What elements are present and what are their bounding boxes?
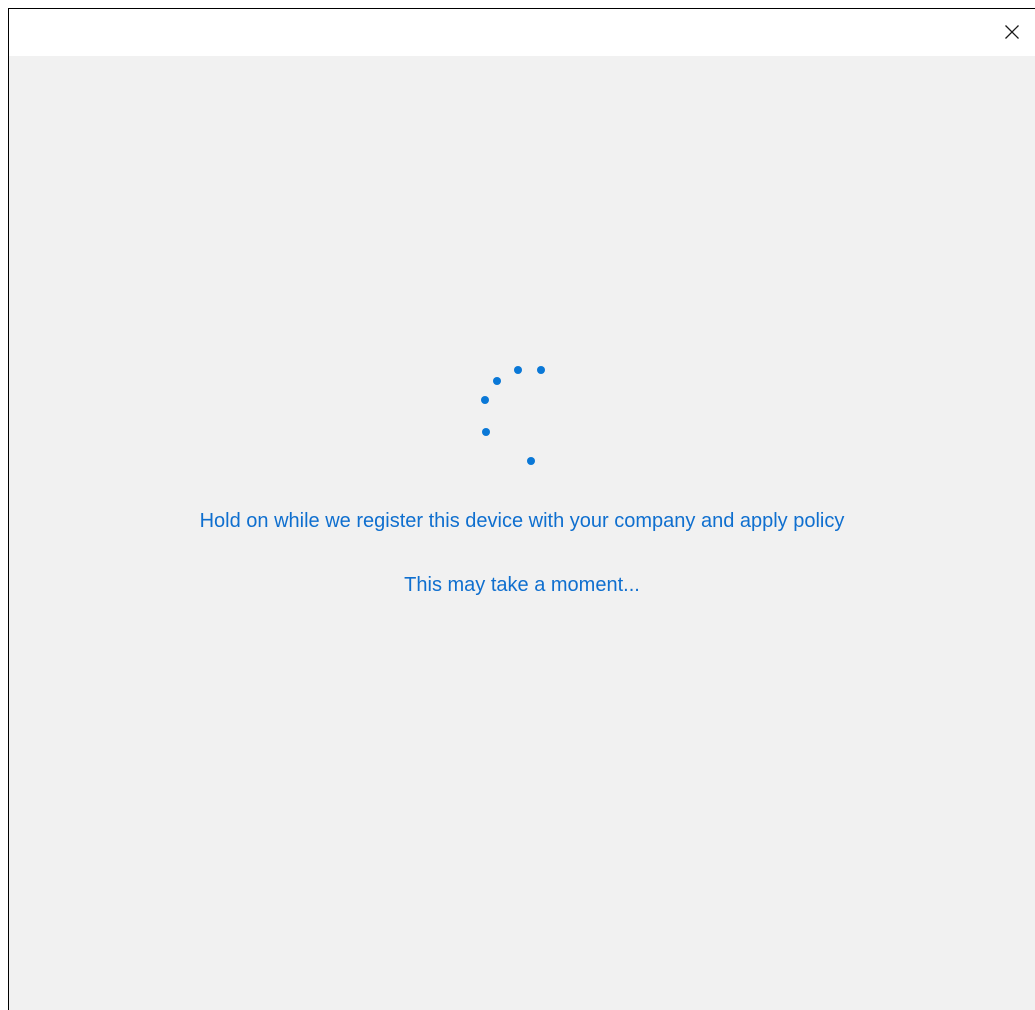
status-submessage: This may take a moment... [404,574,640,596]
close-button[interactable] [989,9,1035,55]
spinner-dot [481,396,489,404]
spinner-dot [493,377,501,385]
spinner-dot [537,366,545,374]
spinner-dot [514,366,522,374]
title-bar [9,9,1035,56]
dialog-window: Hold on while we register this device wi… [8,8,1035,1010]
status-message: Hold on while we register this device wi… [199,510,845,532]
spinner-dot [482,428,490,436]
close-icon [1005,25,1019,39]
spinner-dot [527,457,535,465]
loading-dots-spinner-icon [9,56,1035,1010]
content-area: Hold on while we register this device wi… [9,56,1035,1010]
